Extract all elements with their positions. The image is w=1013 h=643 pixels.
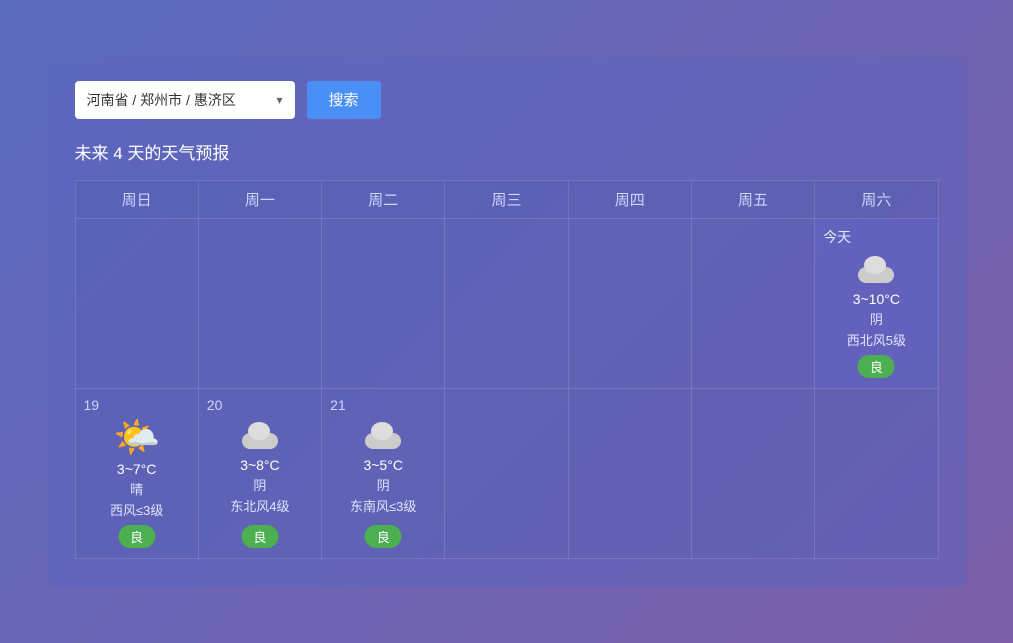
cell-r2-c3 [445, 388, 568, 558]
wind-19: 西风≤3级 [84, 500, 190, 519]
calendar-row-1: 今天 3~10°C 阴 西北风5级 良 [75, 218, 938, 388]
cell-r2-c2: 21 3~5°C 阴 东南风≤3级 良 [322, 388, 445, 558]
search-button[interactable]: 搜索 [307, 81, 381, 119]
cell-r1-c4 [568, 218, 691, 388]
cell-r2-c5 [691, 388, 814, 558]
condition-21: 阴 [330, 475, 436, 494]
cell-r1-c3 [445, 218, 568, 388]
cell-r2-c0: 19 🌤️ 3~7°C 晴 西风≤3级 良 [75, 388, 198, 558]
temp-21: 3~5°C [330, 457, 436, 473]
weekday-tue: 周二 [322, 180, 445, 218]
quality-badge-20: 良 [241, 525, 278, 548]
temp-19: 3~7°C [84, 461, 190, 477]
cell-today: 今天 3~10°C 阴 西北风5级 良 [815, 218, 938, 388]
chevron-down-icon: ▾ [276, 93, 282, 107]
temp-20: 3~8°C [207, 457, 313, 473]
calendar-row-2: 19 🌤️ 3~7°C 晴 西风≤3级 良 20 3~8°C 阴 [75, 388, 938, 558]
forecast-title: 未来 4 天的天气预报 [75, 139, 939, 164]
cloud-icon-wrap-21 [330, 419, 436, 453]
cell-r2-c4 [568, 388, 691, 558]
cell-r1-c1 [198, 218, 321, 388]
today-weather-icon-wrap [823, 253, 929, 287]
cloud-icon-wrap-20 [207, 419, 313, 453]
date-21: 21 [330, 397, 436, 413]
cloud-icon-20 [238, 423, 282, 449]
cell-r2-c6 [815, 388, 938, 558]
today-label: 今天 [823, 227, 929, 247]
date-19: 19 [84, 397, 190, 413]
today-condition: 阴 [823, 309, 929, 328]
weekday-mon: 周一 [198, 180, 321, 218]
quality-badge-21: 良 [365, 525, 402, 548]
cell-r1-c5 [691, 218, 814, 388]
cell-r1-c0 [75, 218, 198, 388]
cloud-icon-today [854, 257, 898, 283]
date-20: 20 [207, 397, 313, 413]
quality-badge-19: 良 [118, 525, 155, 548]
cloud-icon-21 [361, 423, 405, 449]
weekday-sat: 周六 [815, 180, 938, 218]
sun-icon-wrap: 🌤️ [84, 419, 190, 457]
cell-r1-c2 [322, 218, 445, 388]
weekday-wed: 周三 [445, 180, 568, 218]
main-container: 河南省 / 郑州市 / 惠济区 ▾ 搜索 未来 4 天的天气预报 周日 周一 周… [47, 57, 967, 587]
location-text: 河南省 / 郑州市 / 惠济区 [87, 90, 271, 110]
today-wind: 西北风5级 [823, 330, 929, 349]
weekday-sun: 周日 [75, 180, 198, 218]
wind-21: 东南风≤3级 [330, 496, 436, 515]
today-temp: 3~10°C [823, 291, 929, 307]
cell-r2-c1: 20 3~8°C 阴 东北风4级 良 [198, 388, 321, 558]
search-row: 河南省 / 郑州市 / 惠济区 ▾ 搜索 [75, 81, 939, 119]
weekday-fri: 周五 [691, 180, 814, 218]
condition-20: 阴 [207, 475, 313, 494]
today-quality-badge: 良 [858, 355, 895, 378]
condition-19: 晴 [84, 479, 190, 498]
sun-icon: 🌤️ [113, 419, 160, 457]
calendar-grid: 周日 周一 周二 周三 周四 周五 周六 今天 [75, 180, 939, 559]
weekday-thu: 周四 [568, 180, 691, 218]
location-input[interactable]: 河南省 / 郑州市 / 惠济区 ▾ [75, 81, 295, 119]
wind-20: 东北风4级 [207, 496, 313, 515]
